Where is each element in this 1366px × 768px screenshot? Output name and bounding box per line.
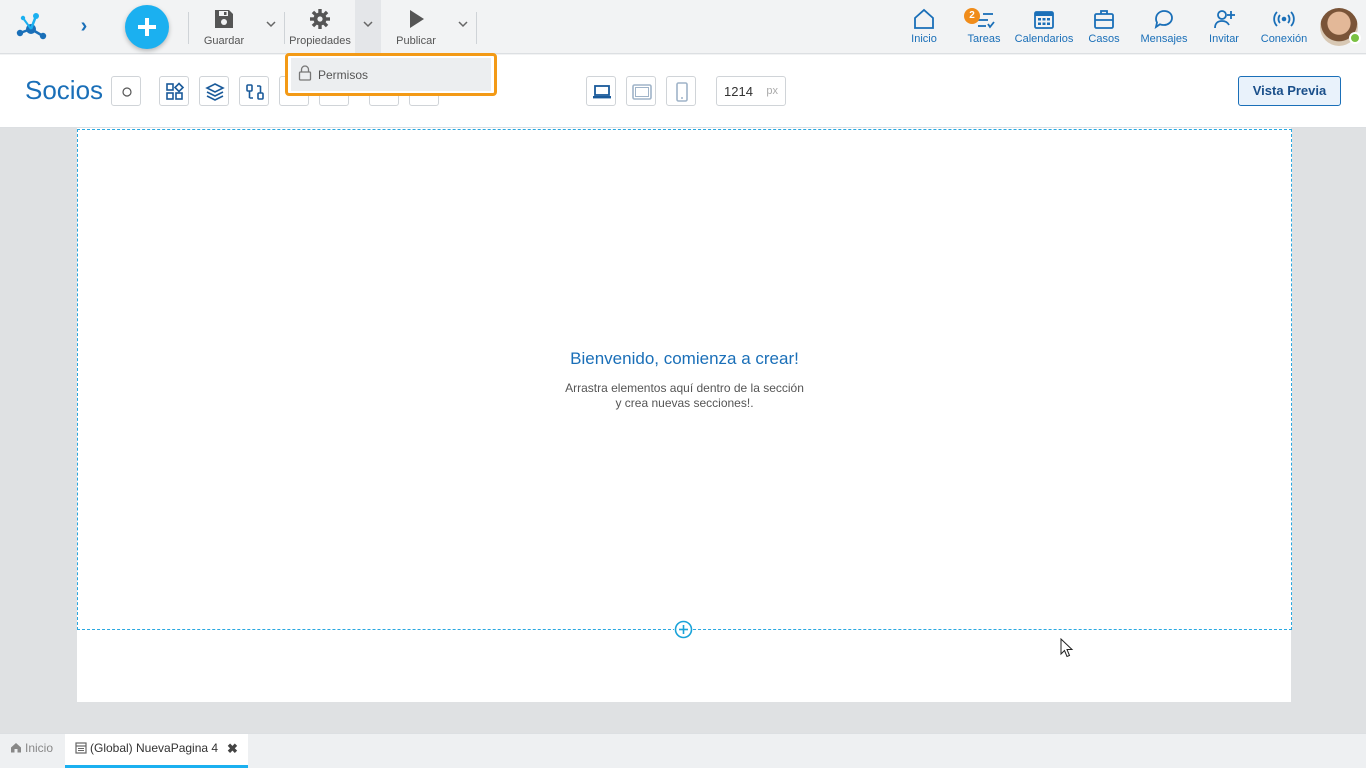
nav-casos[interactable]: Casos <box>1074 8 1134 48</box>
add-user-icon <box>1214 10 1235 29</box>
properties-options-toggle[interactable] <box>355 0 381 54</box>
nav-calendarios-label: Calendarios <box>1014 33 1074 45</box>
toolbar-divider <box>476 12 477 44</box>
empty-section-dropzone[interactable]: Bienvenido, comienza a crear! Arrastra e… <box>77 129 1292 630</box>
menu-item-permisos[interactable]: Permisos <box>291 58 491 91</box>
publish-label: Publicar <box>396 35 436 47</box>
save-options-chevron-down-icon[interactable] <box>264 16 278 32</box>
page-icon <box>75 742 87 754</box>
circle-icon <box>122 87 132 97</box>
nav-inicio[interactable]: Inicio <box>894 8 954 48</box>
mobile-phone-icon <box>676 82 688 102</box>
chevron-down-icon <box>363 21 373 28</box>
canvas-width-input[interactable]: 1214 px <box>716 76 786 106</box>
connections-button[interactable] <box>239 76 269 106</box>
nav-conexion-label: Conexión <box>1260 33 1308 45</box>
layers-button[interactable] <box>199 76 229 106</box>
page-designer-toolbar: Socios 1214 px Vista Previa <box>0 55 1366 128</box>
online-status-dot <box>1349 32 1361 44</box>
canvas-width-value: 1214 <box>724 84 753 99</box>
page-circle-button[interactable] <box>111 76 141 106</box>
tablet-view-button[interactable] <box>626 76 656 106</box>
home-icon <box>914 8 934 29</box>
mobile-view-button[interactable] <box>666 76 696 106</box>
save-label: Guardar <box>203 35 245 47</box>
save-button[interactable]: Guardar <box>200 6 248 50</box>
plus-icon <box>138 18 156 36</box>
welcome-instructions: Arrastra elementos aquí dentro de la sec… <box>78 381 1291 411</box>
properties-label: Propiedades <box>289 35 351 47</box>
tablet-landscape-icon <box>632 84 652 100</box>
nav-calendarios[interactable]: Calendarios <box>1014 8 1074 48</box>
publish-button[interactable]: Publicar <box>392 6 440 50</box>
briefcase-icon <box>1094 10 1114 29</box>
close-tab-icon[interactable]: ✖ <box>227 741 238 757</box>
add-section-button[interactable] <box>674 620 693 639</box>
nav-mensajes-label: Mensajes <box>1140 33 1188 45</box>
mouse-pointer-icon <box>1060 637 1074 663</box>
components-button[interactable] <box>159 76 189 106</box>
properties-dropdown-menu: Permisos <box>285 53 497 96</box>
welcome-line-1: Arrastra elementos aquí dentro de la sec… <box>565 381 804 395</box>
app-logo-icon[interactable] <box>12 8 50 46</box>
nav-tareas-label: Tareas <box>967 33 1001 45</box>
expand-menu-chevron-icon[interactable]: › <box>74 14 94 38</box>
components-icon <box>166 82 185 100</box>
floppy-disk-icon <box>215 10 233 28</box>
chat-icon <box>1154 10 1173 30</box>
nav-invitar-label: Invitar <box>1209 33 1239 45</box>
tab-inicio-label: Inicio <box>25 741 54 755</box>
properties-button[interactable]: Propiedades <box>288 6 352 50</box>
nav-casos-label: Casos <box>1088 33 1120 45</box>
tab-nueva-pagina-4-label: (Global) NuevaPagina 4 <box>90 741 219 755</box>
layers-icon <box>205 83 225 101</box>
page-title: Socios <box>25 75 104 105</box>
tasks-count-badge: 2 <box>964 8 980 24</box>
welcome-line-2: y crea nuevas secciones!. <box>615 396 754 410</box>
connection-icon <box>246 84 264 100</box>
calendar-icon <box>1034 11 1054 29</box>
nav-inicio-label: Inicio <box>911 33 937 45</box>
laptop-icon <box>593 85 611 99</box>
add-button[interactable] <box>125 5 169 49</box>
nav-tareas[interactable]: Tareas <box>954 8 1014 48</box>
top-toolbar: › Guardar Propiedades Publicar Inicio Ta… <box>0 0 1366 54</box>
plus-circle-icon <box>674 620 693 639</box>
open-tabs-bar: Inicio (Global) NuevaPagina 4 ✖ <box>0 733 1366 768</box>
lock-icon <box>298 65 312 81</box>
tab-inicio[interactable]: Inicio <box>10 741 53 755</box>
tab-nueva-pagina-4[interactable]: (Global) NuevaPagina 4 ✖ <box>65 734 248 768</box>
nav-invitar[interactable]: Invitar <box>1194 8 1254 48</box>
toolbar-divider <box>188 12 189 44</box>
toolbar-divider <box>284 12 285 44</box>
desktop-view-button[interactable] <box>586 76 616 106</box>
publish-options-chevron-down-icon[interactable] <box>456 16 470 32</box>
nav-mensajes[interactable]: Mensajes <box>1134 8 1194 48</box>
nav-conexion[interactable]: Conexión <box>1254 8 1314 48</box>
broadcast-icon <box>1273 11 1295 27</box>
menu-item-permisos-label: Permisos <box>318 68 369 82</box>
canvas-width-unit: px <box>766 85 778 97</box>
design-canvas-area: Bienvenido, comienza a crear! Arrastra e… <box>0 128 1366 733</box>
gear-icon <box>310 9 330 29</box>
home-icon <box>11 743 21 753</box>
welcome-title: Bienvenido, comienza a crear! <box>570 349 799 368</box>
preview-button[interactable]: Vista Previa <box>1238 76 1341 106</box>
play-icon <box>410 10 424 28</box>
